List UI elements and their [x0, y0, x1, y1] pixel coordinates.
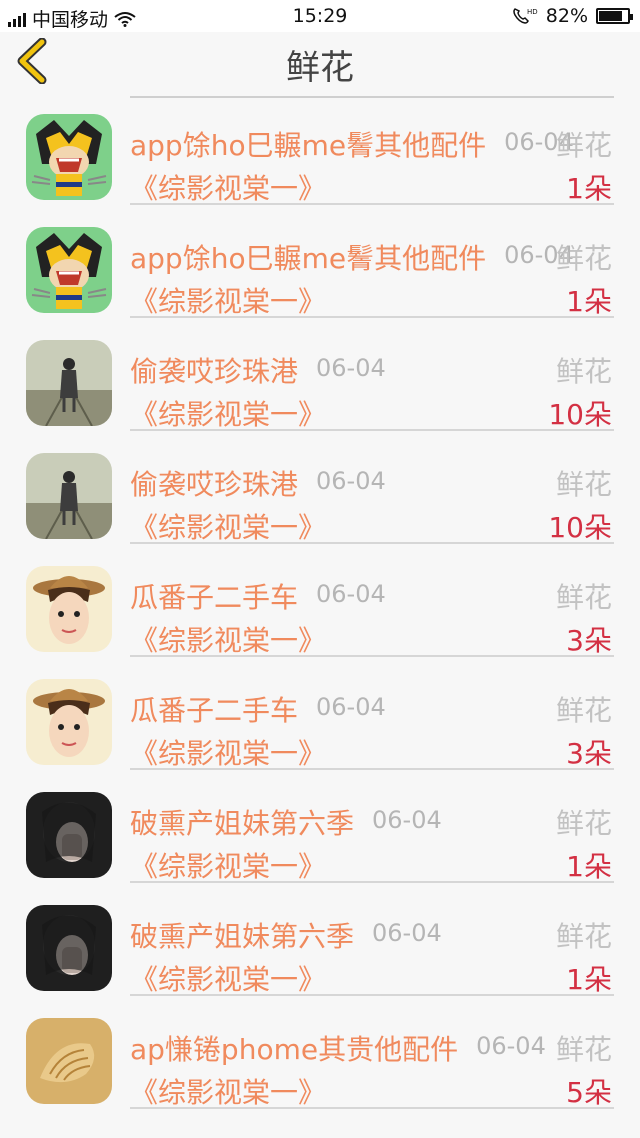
avatar[interactable] [26, 1018, 112, 1104]
list-item[interactable]: app馀ho巳輾me鬌其他配件 06-04 鲜花 《综影视棠一》 1朵 [0, 90, 640, 205]
gift-type-label: 鲜花 [555, 920, 612, 953]
hd-call-icon: HD [513, 8, 538, 24]
battery-percent: 82% [545, 5, 588, 27]
gift-type-label: 鲜花 [555, 694, 612, 727]
work-title: 《综影视棠一》 [130, 737, 327, 770]
list-item[interactable]: 瓜番子二手车 06-04 鲜花《综影视棠一》 3朵 [0, 542, 640, 657]
work-title: 《综影视棠一》 [130, 398, 327, 431]
sender-name: 破熏产姐妹第六季 [130, 807, 355, 840]
list-item[interactable]: 偷袭哎珍珠港 06-04 鲜花《综影视棠一》 10朵 [0, 316, 640, 431]
battery-icon [596, 8, 633, 24]
avatar[interactable] [26, 114, 112, 200]
gift-date: 06-04 [372, 806, 442, 834]
gift-type-label: 鲜花 [555, 468, 612, 501]
work-title: 《综影视棠一》 [130, 963, 327, 996]
work-title: 《综影视棠一》 [130, 285, 327, 318]
sender-name: 瓜番子二手车 [130, 581, 299, 614]
sender-name: app馀ho巳輾me鬌其他配件 [130, 129, 487, 162]
flower-gift-list: app馀ho巳輾me鬌其他配件 06-04 鲜花 《综影视棠一》 1朵 app馀ho巳輾m… [0, 90, 640, 1138]
work-title: 《综影视棠一》 [130, 1076, 327, 1109]
list-item[interactable]: 偷袭哎珍珠港 06-04 鲜花《综影视棠一》 10朵 [0, 429, 640, 544]
flower-count: 3朵 [566, 624, 612, 657]
work-title: 《综影视棠一》 [130, 850, 327, 883]
sender-name: 瓜番子二手车 [130, 694, 299, 727]
gift-date: 06-04 [316, 467, 386, 495]
sender-name: 偷袭哎珍珠港 [130, 355, 299, 388]
flower-count: 3朵 [566, 737, 612, 770]
list-item[interactable]: 破熏产姐妹第六季 06-04 鲜花《综影视棠一》 1朵 [0, 768, 640, 883]
gift-type-label: 鲜花 [555, 242, 612, 275]
gift-type-label: 鲜花 [555, 1033, 612, 1066]
avatar[interactable] [26, 340, 112, 426]
gift-type-label: 鲜花 [555, 129, 612, 162]
work-title: 《综影视棠一》 [130, 172, 327, 205]
gift-type-label: 鲜花 [555, 807, 612, 840]
avatar[interactable] [26, 453, 112, 539]
gift-date: 06-04 [372, 919, 442, 947]
status-right: HD 82% [512, 5, 633, 27]
work-title: 《综影视棠一》 [130, 511, 327, 544]
avatar[interactable] [26, 566, 112, 652]
list-item[interactable]: app馀ho巳輾me鬌其他配件 06-04 鲜花 《综影视棠一》 1朵 [0, 203, 640, 318]
gift-date: 06-04 [316, 354, 386, 382]
flower-count: 1朵 [566, 285, 612, 318]
avatar[interactable] [26, 679, 112, 765]
avatar[interactable] [26, 792, 112, 878]
svg-text:HD: HD [527, 8, 538, 16]
page-title: 鲜花 [286, 48, 354, 88]
sender-name: 偷袭哎珍珠港 [130, 468, 299, 501]
list-item[interactable]: ap慊锩phome其贵他配件 06-04 鲜花《综影视棠一》 5朵 [0, 994, 640, 1109]
gift-date: 06-04 [476, 1032, 546, 1060]
status-bar: 中国移动 15:29 HD 82% [0, 0, 640, 32]
sender-name: 破熏产姐妹第六季 [130, 920, 355, 953]
avatar[interactable] [26, 227, 112, 313]
flower-count: 1朵 [566, 850, 612, 883]
flower-count: 10朵 [548, 398, 612, 431]
flower-count: 1朵 [566, 172, 612, 205]
gift-type-label: 鲜花 [555, 355, 612, 388]
list-item[interactable]: 破熏产姐妹第六季 06-04 鲜花《综影视棠一》 1朵 [0, 881, 640, 996]
sender-name: app馀ho巳輾me鬌其他配件 [130, 242, 487, 275]
gift-date: 06-04 [316, 693, 386, 721]
row-divider [130, 1107, 614, 1109]
sender-name: ap慊锩phome其贵他配件 [130, 1033, 459, 1066]
work-title: 《综影视棠一》 [130, 624, 327, 657]
nav-bar: 鲜花 [0, 32, 640, 91]
flower-count: 5朵 [566, 1076, 612, 1109]
flower-count: 10朵 [548, 511, 612, 544]
avatar[interactable] [26, 905, 112, 991]
flower-count: 1朵 [566, 963, 612, 996]
gift-type-label: 鲜花 [555, 581, 612, 614]
gift-date: 06-04 [316, 580, 386, 608]
list-item[interactable]: 瓜番子二手车 06-04 鲜花《综影视棠一》 3朵 [0, 655, 640, 770]
